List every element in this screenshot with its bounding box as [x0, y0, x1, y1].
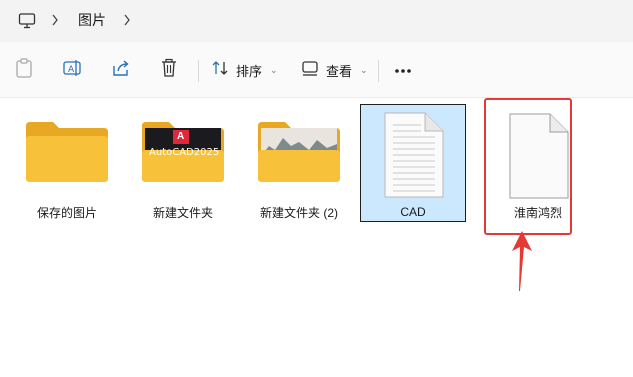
rename-icon: A [62, 57, 84, 84]
delete-icon [158, 57, 180, 84]
folder-tile[interactable]: 保存的图片 [14, 104, 120, 222]
folder-icon: A AutoCAD2025 [139, 112, 227, 191]
share-button[interactable] [110, 56, 132, 84]
file-name: 新建文件夹 (2) [259, 206, 338, 220]
sort-label: 排序 [236, 63, 263, 79]
file-view: 保存的图片 A AutoCAD2025 新建文件夹 新建文件夹 (2) CAD … [0, 98, 633, 377]
rename-button[interactable]: A [62, 56, 84, 84]
autocad-logo-letter: A [177, 131, 185, 142]
view-label: 查看 [326, 63, 353, 79]
delete-button[interactable] [158, 56, 180, 84]
file-name: 新建文件夹 [152, 206, 213, 220]
folder-icon [23, 112, 111, 191]
file-name: CAD [400, 205, 426, 219]
file-name: 保存的图片 [36, 206, 97, 220]
more-icon [394, 61, 412, 79]
address-bar: 图片 [0, 0, 633, 42]
toolbar-divider [198, 60, 199, 82]
file-explorer-window: 图片 A 排序 ⌄ 查看 ⌄ 保存的图片 A AutoCAD2025 新建文件夹… [0, 0, 633, 377]
sort-icon [210, 58, 230, 83]
file-tile[interactable]: CAD [360, 104, 466, 222]
view-button[interactable]: 查看 ⌄ [300, 56, 368, 84]
command-bar: A 排序 ⌄ 查看 ⌄ [0, 42, 633, 98]
svg-text:A: A [68, 65, 75, 75]
monitor-icon[interactable] [14, 8, 40, 34]
more-button[interactable] [394, 56, 412, 84]
folder-icon [255, 112, 343, 191]
annotation-arrow-icon [510, 231, 534, 293]
folder-tile[interactable]: A AutoCAD2025 新建文件夹 [130, 104, 236, 222]
chevron-right-icon[interactable] [48, 10, 62, 30]
toolbar-divider [378, 60, 379, 82]
autocad-thumb-text: AutoCAD2025 [149, 147, 220, 158]
breadcrumb-item[interactable]: 图片 [72, 9, 112, 31]
paste-icon [14, 57, 34, 84]
annotation-highlight-box [484, 98, 572, 235]
text-file-icon [381, 111, 445, 204]
sort-button[interactable]: 排序 ⌄ [210, 56, 278, 84]
chevron-right-icon[interactable] [120, 10, 134, 30]
chevron-down-icon: ⌄ [270, 64, 278, 75]
view-icon [300, 58, 320, 83]
folder-tile[interactable]: 新建文件夹 (2) [246, 104, 352, 222]
share-icon [110, 57, 132, 84]
paste-button[interactable] [14, 56, 34, 84]
chevron-down-icon: ⌄ [360, 64, 368, 75]
